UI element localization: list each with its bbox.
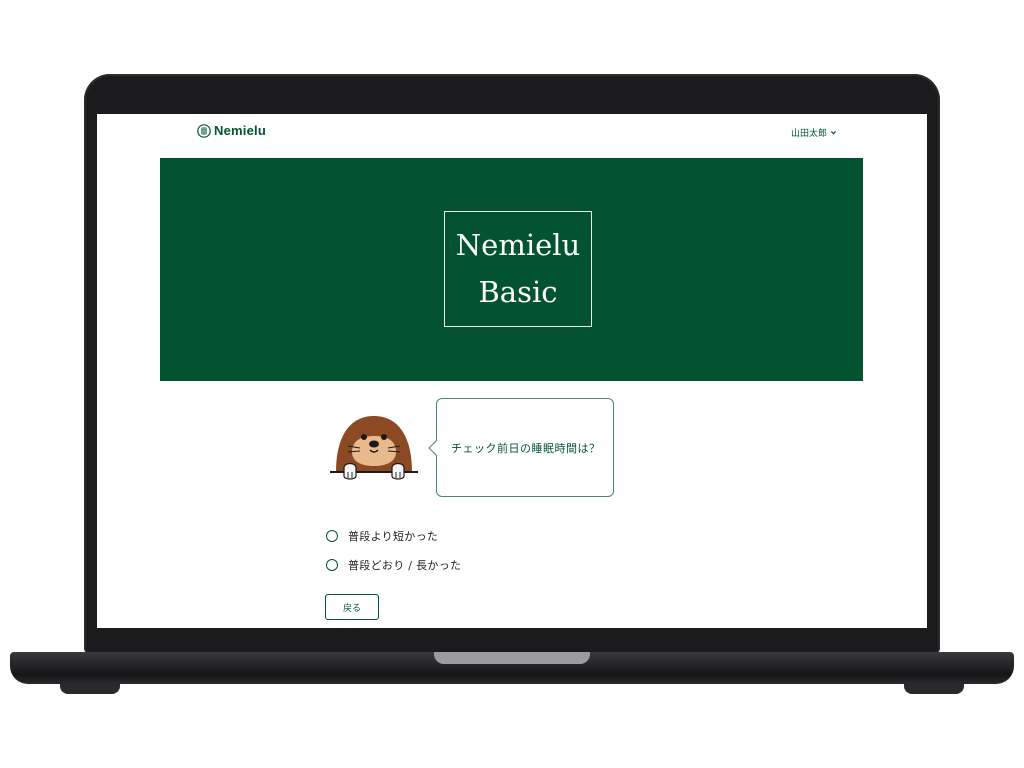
- radio-button[interactable]: [326, 559, 338, 571]
- question-bubble: チェック前日の睡眠時間は？: [436, 398, 614, 497]
- logo[interactable]: Nemielu: [197, 123, 266, 138]
- option-normal-or-longer[interactable]: 普段どおり / 長かった: [326, 557, 461, 573]
- banner-title-line2: Basic: [478, 275, 558, 309]
- option-shorter[interactable]: 普段より短かった: [326, 528, 438, 544]
- question-text: チェック前日の睡眠時間は？: [451, 441, 601, 455]
- user-menu[interactable]: 山田太郎: [791, 126, 837, 139]
- laptop-foot-left: [60, 684, 120, 694]
- back-button[interactable]: 戻る: [325, 594, 379, 620]
- mole-mascot-icon: [330, 416, 418, 480]
- option-label: 普段より短かった: [348, 530, 439, 543]
- app-header: Nemielu 山田太郎: [97, 114, 927, 154]
- app-screen: Nemielu 山田太郎 Nemielu Basic チェック前日の睡眠時間は？…: [97, 114, 927, 628]
- radio-button[interactable]: [326, 530, 338, 542]
- hero-banner: Nemielu Basic: [160, 158, 863, 381]
- user-name: 山田太郎: [790, 129, 827, 139]
- logo-text: Nemielu: [214, 123, 266, 138]
- banner-title-box: Nemielu Basic: [444, 211, 592, 327]
- laptop-foot-right: [904, 684, 964, 694]
- nemielu-logo-icon: [197, 123, 211, 138]
- chevron-down-icon: [830, 131, 837, 135]
- laptop-notch: [434, 652, 590, 664]
- option-label: 普段どおり / 長かった: [348, 559, 462, 572]
- banner-title-line1: Nemielu: [455, 228, 581, 262]
- bubble-tail: [428, 440, 438, 456]
